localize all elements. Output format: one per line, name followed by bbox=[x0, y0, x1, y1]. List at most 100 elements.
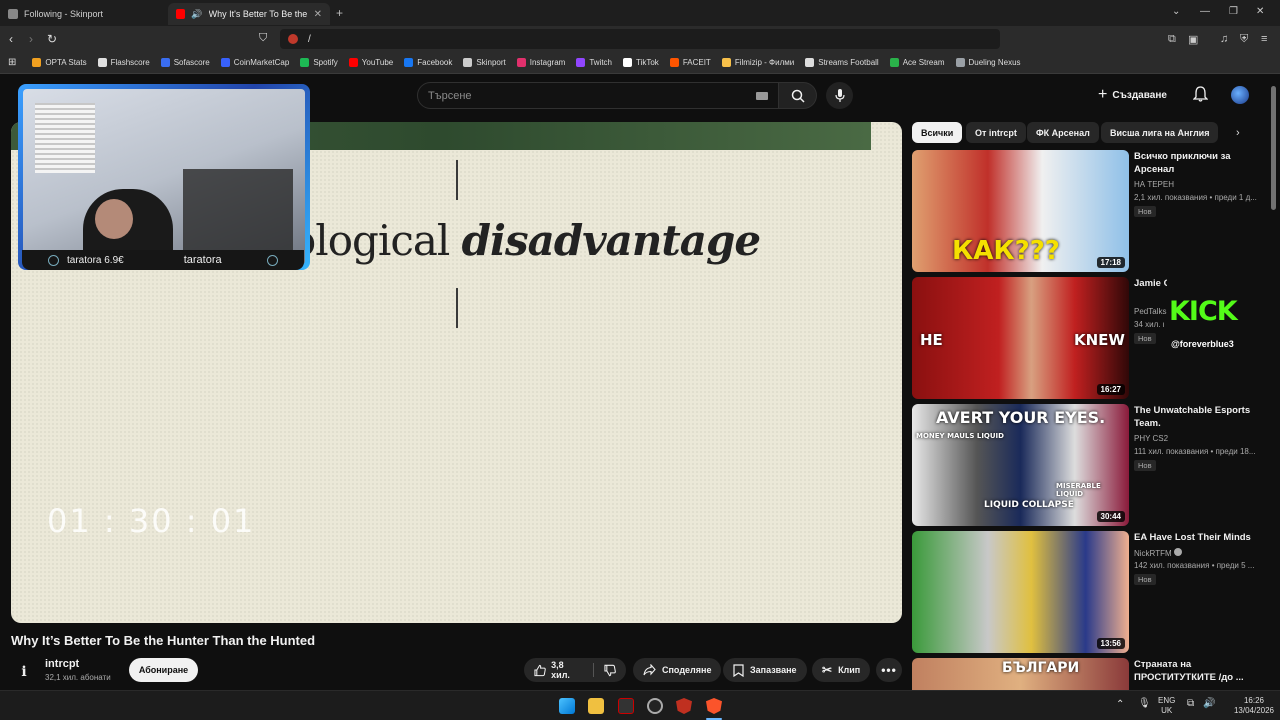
account-avatar[interactable] bbox=[1231, 86, 1249, 104]
recommendation-title[interactable]: Страната на ПРОСТИТУТКИТЕ /до ... bbox=[1134, 658, 1259, 684]
maximize-button[interactable]: ❐ bbox=[1229, 6, 1238, 17]
video-thumbnail[interactable]: КАК??? 17:18 bbox=[912, 150, 1129, 272]
steam-icon[interactable] bbox=[647, 698, 663, 714]
sidebar-icon[interactable]: ▣ bbox=[1188, 33, 1198, 46]
search-icon bbox=[791, 89, 805, 103]
start-icon[interactable] bbox=[559, 698, 575, 714]
recommendation-channel[interactable]: NickRTFM bbox=[1134, 548, 1182, 558]
tab-youtube[interactable]: 🔊 Why It's Better To Be the Hun ✕ bbox=[168, 3, 330, 25]
clip-button[interactable]: ✂ Клип bbox=[812, 658, 871, 682]
bookmark-label: Facebook bbox=[417, 58, 453, 67]
brave-browser-icon[interactable] bbox=[706, 698, 722, 714]
address-bar[interactable]: / bbox=[280, 29, 1000, 49]
menu-icon[interactable]: ≡ bbox=[1261, 33, 1267, 45]
video-thumbnail[interactable]: БЪЛГАРИ bbox=[912, 658, 1129, 690]
webcam-person bbox=[95, 199, 133, 239]
recommendation-channel[interactable]: НА ТЕРЕН bbox=[1134, 180, 1174, 189]
new-badge: Нов bbox=[1134, 460, 1156, 471]
chip-arsenal[interactable]: ФК Арсенал bbox=[1027, 122, 1099, 143]
bookmark-skinport[interactable]: Skinport bbox=[463, 58, 506, 67]
brave-shield-icon[interactable] bbox=[288, 34, 298, 44]
volume-icon[interactable]: 🔊 bbox=[1203, 699, 1215, 709]
bookmark-spotify[interactable]: Spotify bbox=[300, 58, 338, 67]
apps-icon[interactable]: ⊞ bbox=[8, 57, 16, 68]
bookmark-sofascore[interactable]: Sofascore bbox=[160, 58, 210, 67]
recommendation-title[interactable]: Всичко приключи за Арсенал bbox=[1134, 150, 1259, 176]
thumbs-down-icon[interactable] bbox=[604, 664, 616, 677]
amd-icon[interactable] bbox=[618, 698, 634, 714]
chip-premier-league[interactable]: Висша лига на Англия bbox=[1101, 122, 1219, 143]
more-actions-button[interactable]: ••• bbox=[876, 658, 902, 682]
tray-chevron-icon[interactable]: ⌃ bbox=[1116, 700, 1124, 710]
channel-name[interactable]: intrcpt bbox=[45, 658, 79, 670]
clock[interactable]: 16:26 13/04/2026 bbox=[1232, 696, 1276, 716]
save-button[interactable]: Запазване bbox=[723, 658, 807, 682]
tab-list-chevron-icon[interactable]: ⌄ bbox=[1172, 6, 1180, 17]
bookmark-streams-football[interactable]: Streams Football bbox=[805, 58, 879, 67]
voice-search-button[interactable] bbox=[826, 82, 853, 109]
bookmark-tiktok[interactable]: TikTok bbox=[622, 58, 659, 67]
tab-skinport[interactable]: Following - Skinport bbox=[0, 3, 166, 25]
chip-all[interactable]: Всички bbox=[912, 122, 963, 143]
bookmark-favicon-icon bbox=[160, 58, 170, 67]
extensions-icon[interactable]: ⧉ bbox=[1168, 33, 1176, 46]
vpn-icon[interactable]: ⛨ bbox=[1240, 33, 1248, 46]
keyboard-icon[interactable] bbox=[756, 92, 768, 100]
share-button[interactable]: Споделяне bbox=[633, 658, 722, 682]
reload-button[interactable]: ↻ bbox=[47, 32, 57, 46]
recommendation-channel[interactable]: PedTalks bbox=[1134, 307, 1166, 316]
notifications-bell-icon[interactable] bbox=[1193, 86, 1208, 102]
bookmark-label: Instagram bbox=[529, 58, 566, 67]
search-input[interactable]: Търсене bbox=[417, 82, 779, 109]
file-explorer-icon[interactable] bbox=[588, 698, 604, 714]
bookmark-icon[interactable]: ⛉ bbox=[259, 32, 267, 45]
video-thumbnail[interactable]: AVERT YOUR EYES. MONEY MAULS LIQUID MISE… bbox=[912, 404, 1129, 526]
subscribe-button[interactable]: Абониране bbox=[129, 658, 198, 682]
shield-app-icon[interactable] bbox=[676, 698, 692, 714]
bookmark-label: YouTube bbox=[361, 58, 394, 67]
scrollbar[interactable] bbox=[1271, 86, 1276, 210]
close-window-button[interactable]: ✕ bbox=[1256, 6, 1264, 17]
recommendation-item[interactable]: КАК??? 17:18 Всичко приключи за Арсенал … bbox=[912, 150, 1267, 272]
create-button[interactable]: + Създаване bbox=[1098, 85, 1167, 105]
music-icon[interactable]: ♫ bbox=[1220, 33, 1228, 45]
bookmark-opta-stats[interactable]: OPTA Stats bbox=[32, 58, 87, 67]
search-button[interactable] bbox=[779, 82, 817, 109]
network-icon[interactable]: ⧉ bbox=[1187, 699, 1194, 709]
video-thumbnail[interactable]: 13:56 bbox=[912, 531, 1129, 653]
minimize-button[interactable]: — bbox=[1200, 6, 1210, 17]
new-tab-button[interactable]: + bbox=[336, 6, 343, 20]
bookmark-dueling-nexus[interactable]: Dueling Nexus bbox=[955, 58, 1021, 67]
recommendation-channel[interactable]: PHY CS2 bbox=[1134, 434, 1168, 443]
video-phrase: ological disadvantage bbox=[291, 216, 761, 265]
recommendation-item[interactable]: БЪЛГАРИ Страната на ПРОСТИТУТКИТЕ /до ..… bbox=[912, 658, 1267, 690]
microphone-tray-icon[interactable]: 🎙 bbox=[1138, 699, 1151, 709]
bookmark-filmizip[interactable]: Filmizip - Филми bbox=[721, 58, 794, 67]
bookmark-label: Ace Stream bbox=[902, 58, 945, 67]
bookmark-flashscore[interactable]: Flashscore bbox=[97, 58, 150, 67]
bookmark-ace-stream[interactable]: Ace Stream bbox=[889, 58, 945, 67]
recommendation-title[interactable]: The Unwatchable Esports Team. bbox=[1134, 404, 1259, 430]
bookmark-faceit[interactable]: FACEIT bbox=[669, 58, 711, 67]
channel-avatar[interactable]: i bbox=[11, 659, 37, 685]
back-button[interactable]: ‹ bbox=[9, 32, 13, 46]
bookmark-facebook[interactable]: Facebook bbox=[404, 58, 452, 67]
recommendation-title[interactable]: EA Have Lost Their Minds bbox=[1134, 531, 1259, 544]
plus-icon: + bbox=[1098, 86, 1108, 103]
bookmark-twitch[interactable]: Twitch bbox=[576, 58, 612, 67]
chevron-right-icon[interactable]: › bbox=[1236, 127, 1240, 139]
chip-from-channel[interactable]: От intrcpt bbox=[966, 122, 1026, 143]
close-icon[interactable]: ✕ bbox=[314, 9, 322, 20]
bookmark-instagram[interactable]: Instagram bbox=[516, 58, 566, 67]
share-icon bbox=[643, 664, 656, 676]
like-button[interactable]: 3,8 хил. bbox=[534, 660, 583, 680]
recommendation-item[interactable]: AVERT YOUR EYES. MONEY MAULS LIQUID MISE… bbox=[912, 404, 1267, 526]
thumbnail-text: БЪЛГАРИ bbox=[1002, 660, 1080, 676]
video-thumbnail[interactable]: HE KNEW 16:27 bbox=[912, 277, 1129, 399]
bookmark-coinmarketcap[interactable]: CoinMarketCap bbox=[220, 58, 289, 67]
recommendation-meta: 111 хил. показвания • преди 18... bbox=[1134, 447, 1256, 456]
language-indicator[interactable]: ENG UK bbox=[1158, 696, 1175, 716]
forward-button[interactable]: › bbox=[29, 32, 33, 46]
bookmark-youtube[interactable]: YouTube bbox=[348, 58, 394, 67]
recommendation-item[interactable]: 13:56 EA Have Lost Their Minds NickRTFM … bbox=[912, 531, 1267, 653]
